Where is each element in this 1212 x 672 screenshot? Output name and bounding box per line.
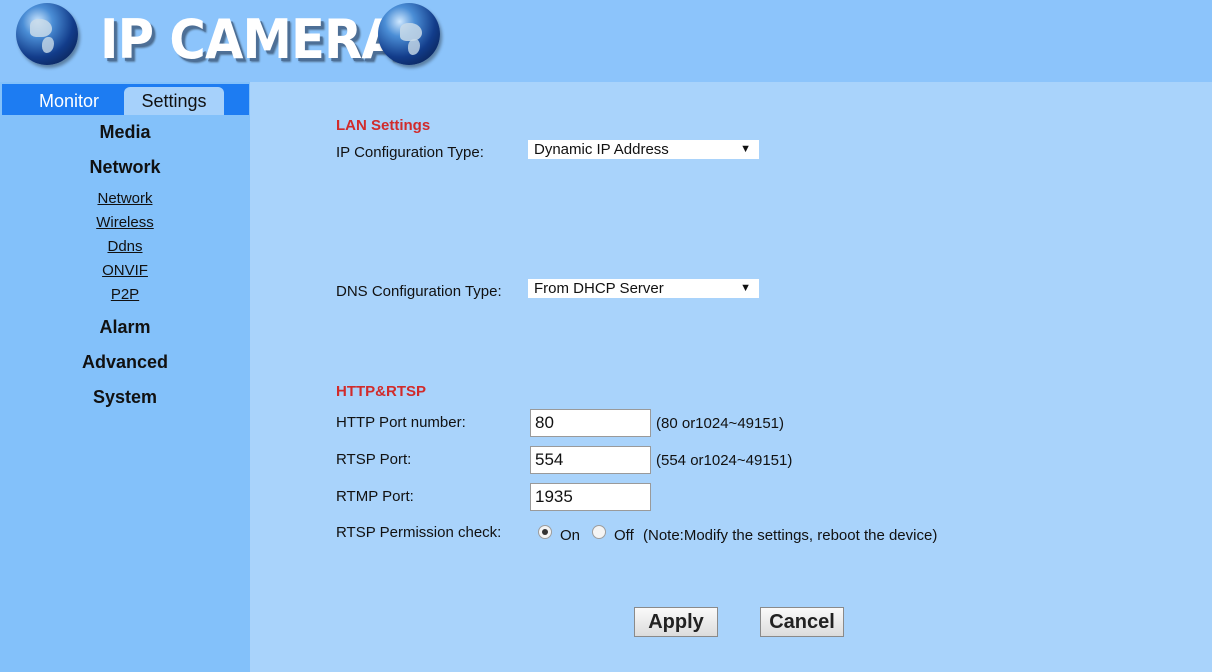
sidebar: Monitor Settings Media Network Network W… — [0, 82, 250, 672]
sidebar-link-p2p[interactable]: P2P — [0, 286, 250, 303]
rtsp-port-hint: (554 or1024~49151) — [656, 452, 793, 469]
sidebar-item-alarm[interactable]: Alarm — [0, 317, 250, 338]
tab-monitor[interactable]: Monitor — [24, 87, 114, 115]
sidebar-link-onvif[interactable]: ONVIF — [0, 262, 250, 279]
dns-config-select[interactable]: From DHCP Server ▼ — [528, 279, 759, 298]
sidebar-item-advanced[interactable]: Advanced — [0, 352, 250, 373]
ip-config-label: IP Configuration Type: — [336, 144, 484, 161]
reboot-note: (Note:Modify the settings, reboot the de… — [643, 527, 938, 544]
dropdown-arrow-icon: ▼ — [740, 143, 751, 155]
sidebar-item-media[interactable]: Media — [0, 122, 250, 143]
dns-config-value: From DHCP Server — [534, 280, 664, 297]
globe-icon — [16, 3, 78, 65]
rtsp-permission-on-label: On — [560, 527, 581, 544]
dropdown-arrow-icon: ▼ — [740, 282, 751, 294]
lan-settings-title: LAN Settings — [336, 117, 431, 134]
rtsp-port-input[interactable]: 554 — [530, 446, 651, 474]
apply-button[interactable]: Apply — [634, 607, 718, 637]
sidebar-link-network[interactable]: Network — [0, 190, 250, 207]
rtsp-permission-on-radio[interactable] — [538, 525, 552, 539]
sidebar-item-network[interactable]: Network — [0, 157, 250, 178]
rtmp-port-input[interactable]: 1935 — [530, 483, 651, 511]
tab-settings[interactable]: Settings — [124, 87, 224, 115]
http-port-hint: (80 or1024~49151) — [656, 415, 785, 432]
ip-config-value: Dynamic IP Address — [534, 141, 669, 158]
globe-icon — [378, 3, 440, 65]
http-rtsp-title: HTTP&RTSP — [336, 383, 426, 400]
rtsp-port-label: RTSP Port: — [336, 451, 412, 468]
rtsp-permission-label: RTSP Permission check: — [336, 524, 502, 541]
http-port-input[interactable]: 80 — [530, 409, 651, 437]
rtsp-permission-off-radio[interactable] — [592, 525, 606, 539]
sidebar-item-system[interactable]: System — [0, 387, 250, 408]
main-panel: LAN Settings IP Configuration Type: Dyna… — [250, 82, 1212, 672]
dns-config-label: DNS Configuration Type: — [336, 283, 502, 300]
http-port-label: HTTP Port number: — [336, 414, 466, 431]
sidebar-link-wireless[interactable]: Wireless — [0, 214, 250, 231]
rtsp-permission-off-label: Off — [614, 527, 634, 544]
rtmp-port-label: RTMP Port: — [336, 488, 414, 505]
header: IP CAMERA — [0, 0, 1212, 82]
app-title: IP CAMERA — [100, 8, 400, 71]
sidebar-link-ddns[interactable]: Ddns — [0, 238, 250, 255]
cancel-button[interactable]: Cancel — [760, 607, 844, 637]
tab-bar: Monitor Settings — [2, 84, 249, 115]
ip-config-select[interactable]: Dynamic IP Address ▼ — [528, 140, 759, 159]
